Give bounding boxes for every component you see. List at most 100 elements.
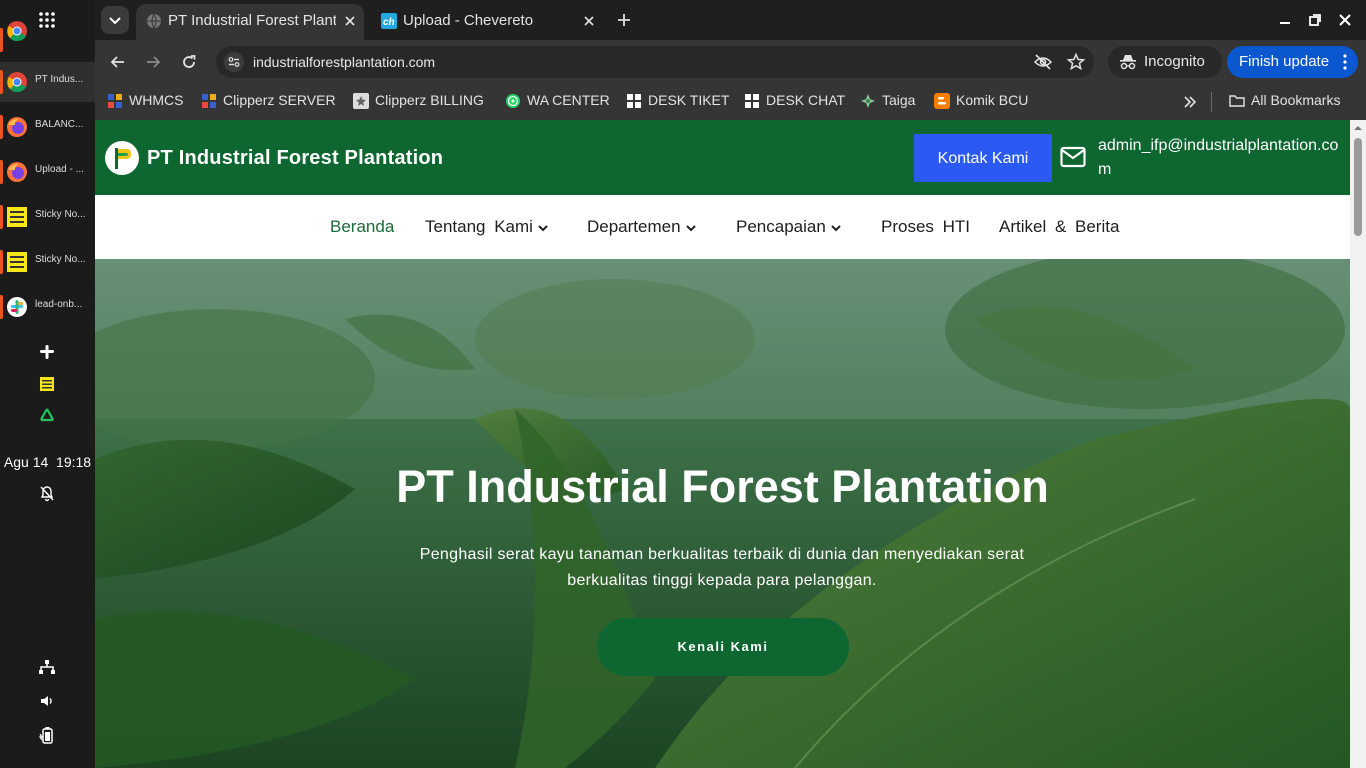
slack-icon bbox=[6, 296, 28, 318]
browser-window: PT Industrial Forest Plantation ch Uploa… bbox=[95, 0, 1366, 768]
taskbar-item-firefox-balance[interactable]: BALANC... bbox=[0, 107, 95, 147]
tab-pt-industrial[interactable]: PT Industrial Forest Plantation bbox=[136, 4, 364, 40]
nav-item-artikel-berita[interactable]: Artikel & Berita bbox=[999, 217, 1119, 237]
taskbar-item-label: Upload - ... bbox=[35, 164, 84, 175]
update-label: Finish update bbox=[1239, 53, 1330, 70]
clipperz-icon bbox=[353, 93, 369, 109]
chevron-right-double-icon[interactable] bbox=[1181, 93, 1199, 111]
hero-title: PT Industrial Forest Plantation bbox=[396, 461, 1049, 512]
globe-icon bbox=[146, 13, 162, 29]
desk-icon bbox=[744, 93, 760, 109]
maximize-button[interactable] bbox=[1307, 12, 1323, 28]
company-logo[interactable] bbox=[105, 141, 139, 175]
nav-item-departemen[interactable]: Departemen bbox=[587, 217, 697, 237]
taskbar-item-firefox-upload[interactable]: Upload - ... bbox=[0, 152, 95, 192]
taiga-icon bbox=[860, 93, 876, 109]
running-indicator bbox=[0, 205, 3, 229]
tab-search-button[interactable] bbox=[101, 6, 129, 34]
site-info-icon[interactable] bbox=[224, 52, 244, 72]
browser-toolbar: industrialforestplantation.com Incognito… bbox=[95, 40, 1366, 84]
learn-more-button[interactable]: Kenali Kami bbox=[597, 618, 849, 676]
running-indicator bbox=[0, 250, 3, 274]
incognito-icon bbox=[1119, 53, 1137, 71]
sticky-notes-icon bbox=[6, 206, 28, 228]
mail-icon bbox=[1060, 146, 1086, 168]
volume-icon[interactable] bbox=[37, 691, 57, 711]
chrome-icon bbox=[6, 20, 28, 42]
site-title[interactable]: PT Industrial Forest Plantation bbox=[147, 147, 443, 170]
page-scrollbar[interactable] bbox=[1350, 120, 1366, 768]
email-link[interactable]: admin_ifp@industrialplantation.com bbox=[1098, 134, 1346, 182]
taskbar-item-slack[interactable]: lead-onb... bbox=[0, 287, 95, 327]
reload-icon bbox=[183, 55, 196, 68]
tab-title: Upload - Chevereto bbox=[403, 12, 534, 29]
svg-text:ch: ch bbox=[383, 17, 395, 28]
chevron-down-icon bbox=[685, 224, 696, 231]
tab-upload-chevereto[interactable]: ch Upload - Chevereto bbox=[371, 4, 607, 40]
chevron-down-icon bbox=[538, 224, 548, 231]
back-button[interactable] bbox=[108, 52, 128, 72]
minimize-button[interactable] bbox=[1277, 12, 1293, 28]
sticky-notes-tray-icon[interactable] bbox=[37, 374, 57, 394]
recycle-icon[interactable] bbox=[37, 406, 57, 426]
firefox-icon bbox=[6, 161, 28, 183]
forward-button[interactable] bbox=[143, 52, 163, 72]
running-indicator bbox=[0, 28, 3, 52]
close-icon[interactable] bbox=[582, 14, 596, 28]
nav-item-tentang-kami[interactable]: Tentang Kami bbox=[425, 217, 549, 237]
chevron-down-icon bbox=[109, 17, 121, 25]
taskbar-item-label: Sticky No... bbox=[35, 209, 86, 220]
address-bar[interactable]: industrialforestplantation.com bbox=[216, 46, 1094, 78]
incognito-label: Incognito bbox=[1144, 53, 1205, 70]
eye-off-icon[interactable] bbox=[1033, 52, 1053, 72]
taskbar-item-label: Sticky No... bbox=[35, 254, 86, 265]
hero-subtitle: Penghasil serat kayu tanaman berkualitas… bbox=[419, 546, 1025, 589]
bookmark-label: WHMCS bbox=[129, 92, 184, 108]
firefox-icon bbox=[6, 116, 28, 138]
close-window-button[interactable] bbox=[1337, 12, 1353, 28]
bookmark-label: All Bookmarks bbox=[1251, 92, 1341, 108]
bookmark-label: DESK CHAT bbox=[766, 92, 846, 108]
finish-update-button[interactable]: Finish update bbox=[1227, 46, 1358, 78]
nav-item-proses-hti[interactable]: Proses HTI bbox=[881, 217, 970, 237]
hero-section: PT Industrial Forest Plantation Penghasi… bbox=[95, 259, 1350, 768]
battery-icon[interactable] bbox=[37, 725, 57, 745]
hero-background-leaves bbox=[95, 259, 1350, 768]
bookmark-label: Clipperz BILLING bbox=[375, 92, 484, 108]
whatsapp-icon bbox=[505, 93, 521, 109]
clock[interactable]: Agu 14 19:18 bbox=[0, 454, 95, 470]
taskbar: PT Indus... BALANC... Upload - ... Stick… bbox=[0, 0, 95, 768]
close-icon[interactable] bbox=[343, 14, 357, 28]
contact-button[interactable]: Kontak Kami bbox=[914, 134, 1052, 182]
taskbar-item-label: PT Indus... bbox=[35, 74, 84, 85]
taskbar-item-chrome-top[interactable] bbox=[0, 20, 95, 52]
bookmark-label: Komik BCU bbox=[956, 92, 1029, 108]
incognito-indicator[interactable]: Incognito bbox=[1108, 46, 1222, 78]
slack-tray-icon[interactable] bbox=[37, 342, 57, 362]
new-tab-button[interactable] bbox=[615, 11, 633, 29]
blogger-icon bbox=[934, 93, 950, 109]
scrollbar-thumb[interactable] bbox=[1354, 138, 1362, 236]
chevereto-icon: ch bbox=[381, 13, 397, 29]
taskbar-item-sticky-notes-1[interactable]: Sticky No... bbox=[0, 197, 95, 237]
running-indicator bbox=[0, 160, 3, 184]
nav-item-beranda[interactable]: Beranda bbox=[330, 217, 394, 237]
nav-item-pencapaian[interactable]: Pencapaian bbox=[736, 217, 842, 237]
chevron-down-icon bbox=[831, 224, 841, 231]
taskbar-item-chrome[interactable]: PT Indus... bbox=[0, 62, 95, 102]
taskbar-item-sticky-notes-2[interactable]: Sticky No... bbox=[0, 242, 95, 282]
star-icon[interactable] bbox=[1066, 52, 1086, 72]
reload-button[interactable] bbox=[179, 52, 199, 72]
nav-item-label: Tentang Kami bbox=[425, 217, 533, 236]
tab-strip: PT Industrial Forest Plantation ch Uploa… bbox=[95, 0, 1366, 40]
plus-icon bbox=[618, 14, 630, 26]
running-indicator bbox=[0, 70, 3, 94]
web-page: PT Industrial Forest Plantation Kontak K… bbox=[95, 120, 1350, 768]
network-icon[interactable] bbox=[37, 657, 57, 677]
nav-item-label: Departemen bbox=[587, 217, 681, 236]
nav-item-label: Pencapaian bbox=[736, 217, 826, 236]
notifications-muted-icon[interactable] bbox=[37, 483, 57, 503]
more-vert-icon bbox=[1337, 53, 1353, 71]
scroll-up-icon bbox=[1354, 126, 1362, 130]
taskbar-item-label: lead-onb... bbox=[35, 299, 83, 310]
